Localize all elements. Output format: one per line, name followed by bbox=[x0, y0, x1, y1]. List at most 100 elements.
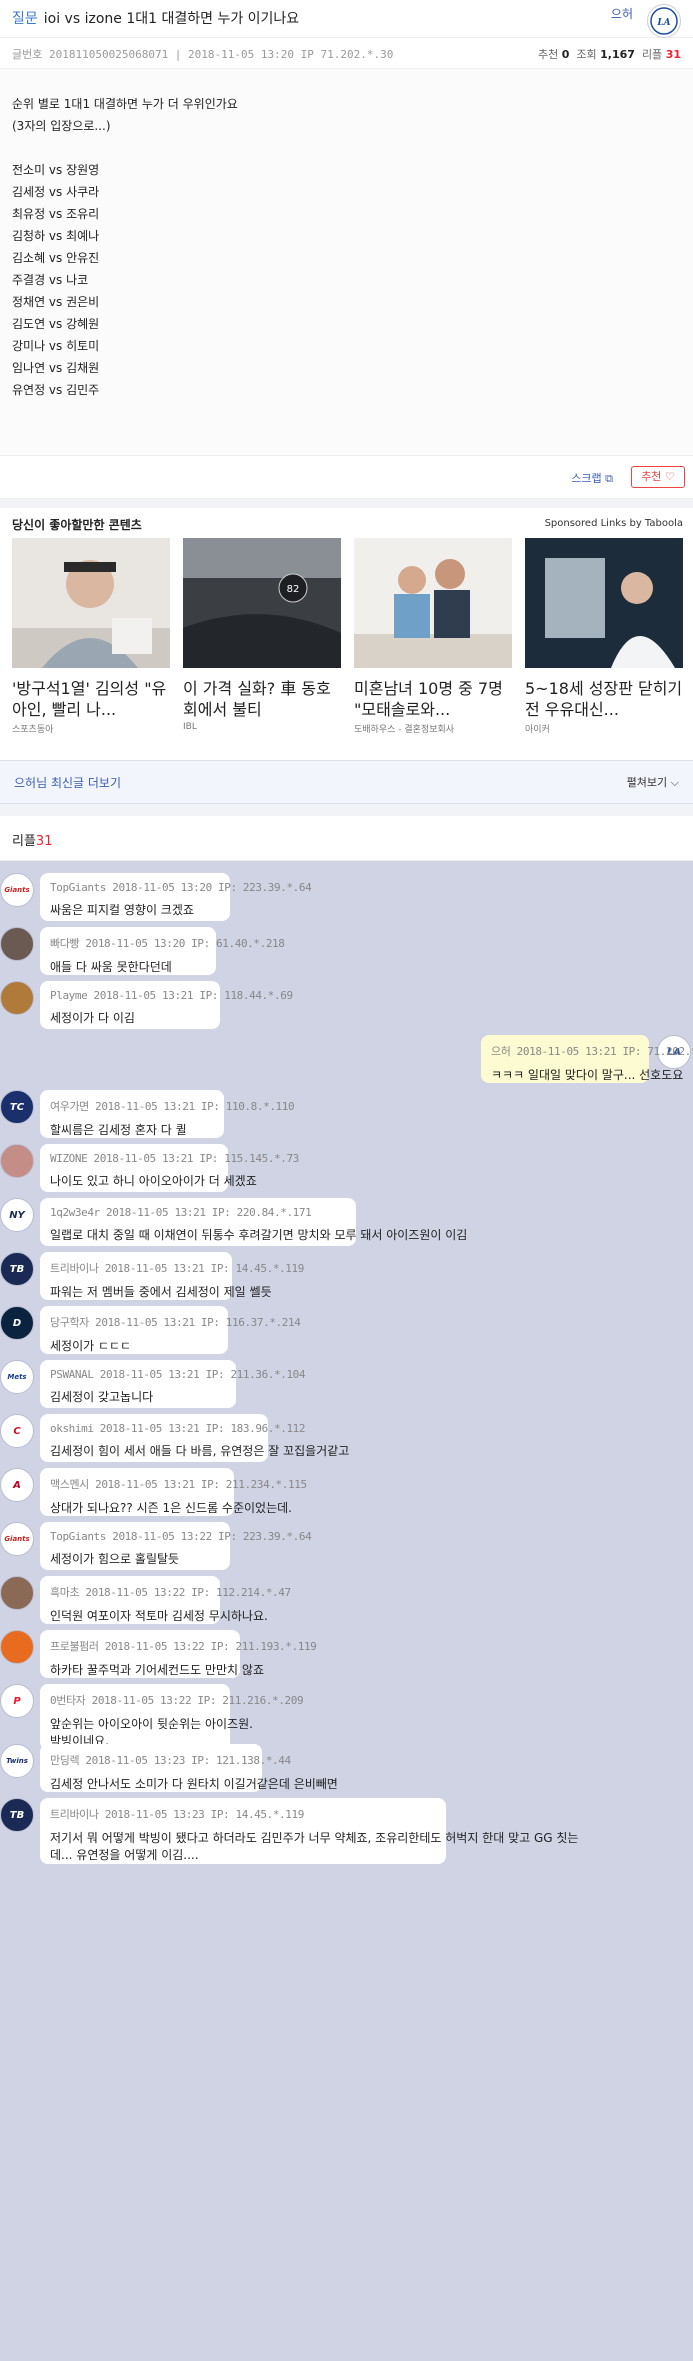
comment-bubble: 프로불펌러 2018-11-05 13:22 IP: 211.193.*.119… bbox=[40, 1630, 317, 1678]
giants-icon[interactable]: Giants bbox=[0, 1522, 34, 1556]
comment: 프로불펌러 2018-11-05 13:22 IP: 211.193.*.119… bbox=[0, 1630, 693, 1678]
post-title-text: ioi vs izone 1대1 대결하면 누가 이기나요 bbox=[43, 11, 300, 27]
comment-bubble: okshimi 2018-11-05 13:21 IP: 183.96.*.11… bbox=[40, 1414, 350, 1462]
comment-header: 빠다빵 2018-11-05 13:20 IP: 61.40.*.218 bbox=[50, 937, 285, 950]
comment-bubble: 흑마초 2018-11-05 13:22 IP: 112.214.*.47 인덕원… bbox=[40, 1576, 291, 1624]
user-photo-icon[interactable] bbox=[0, 927, 34, 961]
comment-text: 싸움은 피지컬 영향이 크겠죠 bbox=[50, 903, 194, 917]
comment-header: WIZONE 2018-11-05 13:21 IP: 115.145.*.73 bbox=[50, 1152, 299, 1165]
angels-icon[interactable]: A bbox=[0, 1468, 34, 1502]
comment-header: 여우가면 2018-11-05 13:21 IP: 110.8.*.110 bbox=[50, 1100, 295, 1113]
phillies-icon[interactable]: P bbox=[0, 1684, 34, 1718]
comment-header: 흑마초 2018-11-05 13:22 IP: 112.214.*.47 bbox=[50, 1586, 291, 1599]
post-body-line: 전소미 vs 장원영 bbox=[12, 163, 100, 177]
comment-bubble: 만딩렉 2018-11-05 13:23 IP: 121.138.*.44 김세정… bbox=[40, 1744, 338, 1792]
post-meta: 글번호 201811050025068071 | 2018-11-05 13:2… bbox=[0, 38, 693, 69]
comment-text: 세정이가 다 이김 bbox=[50, 1011, 135, 1025]
basketball-icon[interactable] bbox=[0, 1630, 34, 1664]
comment: Twins 만딩렉 2018-11-05 13:23 IP: 121.138.*.… bbox=[0, 1744, 693, 1792]
comment-header: 당구학자 2018-11-05 13:21 IP: 116.37.*.214 bbox=[50, 1316, 301, 1329]
reds-icon[interactable]: C bbox=[0, 1414, 34, 1448]
post-body-line: 유연정 vs 김민주 bbox=[12, 383, 100, 397]
comment: 빠다빵 2018-11-05 13:20 IP: 61.40.*.218 애들 다… bbox=[0, 927, 693, 975]
sponsored-by[interactable]: Sponsored Links by Taboola bbox=[545, 518, 683, 529]
author-more-posts[interactable]: 으허님 최신글 더보기 펼쳐보기 ⌵ bbox=[0, 760, 693, 804]
comment-text: 김세정이 힘이 세서 애들 다 바름, 유연정은 잘 꼬집을거같고 bbox=[50, 1444, 350, 1458]
sponsored-title: 미혼남녀 10명 중 7명 "모태솔로와... bbox=[354, 679, 503, 719]
comment: P 0번타자 2018-11-05 13:22 IP: 211.216.*.209… bbox=[0, 1684, 693, 1750]
sponsored-content: 당신이 좋아할만한 콘텐츠 Sponsored Links by Taboola… bbox=[0, 508, 693, 760]
page: 질문 ioi vs izone 1대1 대결하면 누가 이기나요 으허 LA 글번… bbox=[0, 0, 693, 2361]
comment: NY 1q2w3e4r 2018-11-05 13:21 IP: 220.84.*… bbox=[0, 1198, 693, 1246]
sponsored-card[interactable]: '방구석1열' 김의성 "유아인, 빨리 나... 스포츠동아 bbox=[12, 538, 172, 735]
post-header: 질문 ioi vs izone 1대1 대결하면 누가 이기나요 으허 LA bbox=[0, 0, 693, 38]
comment-header: Playme 2018-11-05 13:21 IP: 118.44.*.69 bbox=[50, 989, 293, 1002]
post-stats: 추천 0 조회 1,167 리플 31 bbox=[537, 48, 681, 61]
comment-text: 할씨름은 김세정 혼자 다 퀼 bbox=[50, 1123, 187, 1137]
svg-text:LA: LA bbox=[656, 18, 670, 28]
expand-toggle[interactable]: 펼쳐보기 ⌵ bbox=[627, 774, 679, 790]
sponsored-source: IBL bbox=[183, 722, 197, 732]
sponsored-card[interactable]: 5~18세 성장판 닫히기전 우유대신... 아이커 bbox=[525, 538, 685, 735]
sponsored-image bbox=[12, 538, 170, 668]
comment-header: PSWANAL 2018-11-05 13:21 IP: 211.36.*.10… bbox=[50, 1368, 306, 1381]
comment-header: 트리바이나 2018-11-05 13:21 IP: 14.45.*.119 bbox=[50, 1262, 304, 1275]
comment-text: 일랩로 대치 중일 때 이채연이 뒤통수 후려갈기면 망치와 모루 돼서 아이즈… bbox=[50, 1228, 468, 1242]
scrap-button[interactable]: 스크랩 ⧉ bbox=[571, 470, 613, 486]
author-avatar[interactable]: LA bbox=[647, 4, 681, 38]
comment: LA으허 2018-11-05 13:21 IP: 71.202.*.30ㅋㅋㅋ… bbox=[0, 1035, 693, 1083]
twins-icon[interactable]: Twins bbox=[0, 1744, 34, 1778]
post-category[interactable]: 질문 bbox=[12, 11, 38, 27]
comment-text: 김세정 안나서도 소미가 다 원타치 이길거같은데 은비빼면 bbox=[50, 1777, 338, 1791]
comment-text: 하카타 꿀주먹과 기어세컨드도 만만치 않죠 bbox=[50, 1663, 264, 1677]
twins-icon[interactable]: TC bbox=[0, 1090, 34, 1124]
tigers-icon[interactable]: D bbox=[0, 1306, 34, 1340]
post-meta-left: 글번호 201811050025068071 | 2018-11-05 13:2… bbox=[12, 48, 394, 61]
comment: WIZONE 2018-11-05 13:21 IP: 115.145.*.73… bbox=[0, 1144, 693, 1192]
comment-header: TopGiants 2018-11-05 13:22 IP: 223.39.*.… bbox=[50, 1530, 312, 1543]
sponsored-card[interactable]: 미혼남녀 10명 중 7명 "모태솔로와... 도배하우스 - 결혼정보회사 bbox=[354, 538, 514, 735]
comment-text: 인덕원 여포이자 적토마 김세정 무시하나요. bbox=[50, 1609, 268, 1623]
post-body-line bbox=[12, 137, 681, 159]
comment-text: 나이도 있고 하니 아이오아이가 더 세겠죠 bbox=[50, 1174, 257, 1188]
comment-text: 김세정이 갖고놉니다 bbox=[50, 1390, 154, 1404]
post-author[interactable]: 으허 bbox=[611, 5, 633, 22]
sponsored-source: 도배하우스 - 결혼정보회사 bbox=[354, 725, 455, 735]
replies-header: 리플31 bbox=[0, 816, 693, 861]
giants-icon[interactable]: Giants bbox=[0, 873, 34, 907]
pelicans-icon[interactable]: TB bbox=[0, 1252, 34, 1286]
sponsored-image bbox=[525, 538, 683, 668]
replies-label: 리플 bbox=[12, 834, 36, 849]
comment-header: 프로불펌러 2018-11-05 13:22 IP: 211.193.*.119 bbox=[50, 1640, 317, 1653]
post-title: 질문 ioi vs izone 1대1 대결하면 누가 이기나요 bbox=[12, 8, 299, 28]
pelicans-icon[interactable]: TB bbox=[0, 1798, 34, 1832]
mets-icon[interactable]: Mets bbox=[0, 1360, 34, 1394]
post-body-line: 김세정 vs 사쿠라 bbox=[12, 185, 100, 199]
comment-bubble: TopGiants 2018-11-05 13:22 IP: 223.39.*.… bbox=[40, 1522, 312, 1570]
user-photo-icon[interactable] bbox=[0, 981, 34, 1015]
recommend-button[interactable]: 추천 ♡ bbox=[631, 466, 685, 488]
user-photo-icon[interactable] bbox=[0, 1144, 34, 1178]
comment: TB 트리바이나 2018-11-05 13:21 IP: 14.45.*.119… bbox=[0, 1252, 693, 1300]
dodgers-icon: LA bbox=[650, 7, 678, 35]
comment-bubble: 트리바이나 2018-11-05 13:23 IP: 14.45.*.119 저기… bbox=[40, 1798, 578, 1864]
scrap-icon: ⧉ bbox=[605, 472, 613, 485]
post-body-line: 김청하 vs 최예나 bbox=[12, 229, 100, 243]
post-body-line: 김도연 vs 강혜원 bbox=[12, 317, 100, 331]
user-photo-icon[interactable] bbox=[0, 1576, 34, 1610]
comment-text: 세정이가 ㄷㄷㄷ bbox=[50, 1339, 132, 1353]
comment: Giants TopGiants 2018-11-05 13:22 IP: 223… bbox=[0, 1522, 693, 1570]
more-author[interactable]: 으허 bbox=[14, 776, 36, 790]
post-body-line: 정채연 vs 권은비 bbox=[12, 295, 100, 309]
comment-header: TopGiants 2018-11-05 13:20 IP: 223.39.*.… bbox=[50, 881, 312, 894]
comment-header: 으허 2018-11-05 13:21 IP: 71.202.*.30 bbox=[491, 1045, 693, 1058]
comment-bubble: 1q2w3e4r 2018-11-05 13:21 IP: 220.84.*.1… bbox=[40, 1198, 468, 1246]
post-body-line: (3자의 입장으로...) bbox=[12, 119, 111, 133]
sponsored-card[interactable]: 82 이 가격 실화? 車 동호회에서 불티 IBL bbox=[183, 538, 343, 732]
post-body: 순위 별로 1대1 대결하면 누가 더 우위인가요 (3자의 입장으로...) 전소… bbox=[0, 69, 693, 455]
post-body-line: 주결경 vs 나코 bbox=[12, 273, 89, 287]
sponsored-title: '방구석1열' 김의성 "유아인, 빨리 나... bbox=[12, 679, 167, 719]
comment: Mets PSWANAL 2018-11-05 13:21 IP: 211.36.… bbox=[0, 1360, 693, 1408]
yankees-icon[interactable]: NY bbox=[0, 1198, 34, 1232]
comment-bubble: 빠다빵 2018-11-05 13:20 IP: 61.40.*.218 애들 다… bbox=[40, 927, 285, 975]
